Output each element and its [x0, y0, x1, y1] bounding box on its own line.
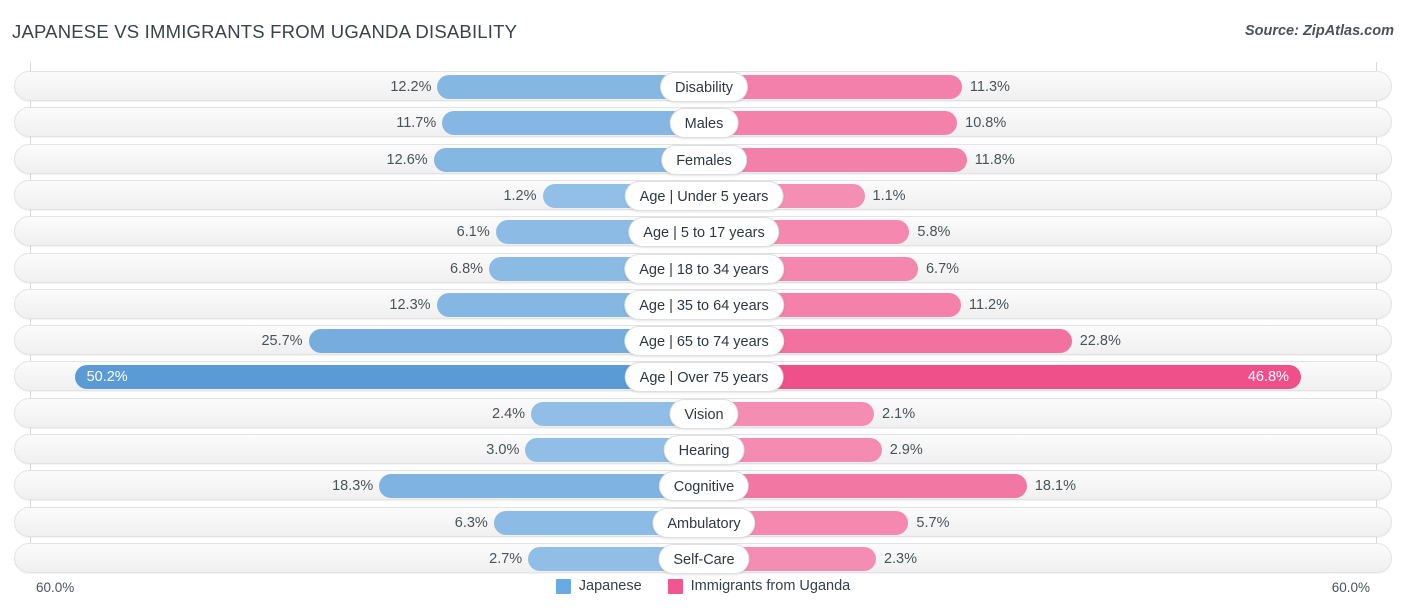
bar-immigrants-from-uganda[interactable]	[704, 111, 958, 136]
legend-swatch-icon	[555, 578, 571, 594]
value-label-immigrants-from-uganda: 5.7%	[916, 514, 950, 531]
legend-label: Japanese	[578, 578, 642, 594]
value-label-japanese: 25.7%	[261, 333, 303, 350]
category-label[interactable]: Self-Care	[658, 543, 750, 574]
value-label-immigrants-from-uganda: 2.9%	[889, 442, 923, 458]
value-label-immigrants-from-uganda: 2.1%	[882, 405, 916, 422]
value-label-japanese: 12.3%	[389, 296, 431, 313]
chart-plot-area: 12.2% 11.3% Disability 11.7% 10.8% Males 12.6%…	[0, 62, 1406, 574]
category-label[interactable]: Males	[669, 108, 739, 139]
table-row[interactable]: 12.2% 11.3% Disability	[14, 71, 1392, 102]
value-label-immigrants-from-uganda: 5.8%	[917, 224, 951, 241]
category-label[interactable]: Age | Under 5 years	[624, 180, 784, 211]
chart-header: JAPANESE VS IMMIGRANTS FROM UGANDA DISAB…	[0, 0, 1406, 62]
value-label-japanese: 2.7%	[489, 550, 523, 567]
category-label[interactable]: Age | 65 to 74 years	[624, 326, 784, 357]
chart-legend: Japanese Immigrants from Uganda	[0, 578, 1406, 594]
value-label-japanese: 6.8%	[449, 260, 484, 277]
table-row[interactable]: 50.2% 46.8% Age | Over 75 years	[14, 361, 1392, 393]
value-label-japanese: 50.2%	[86, 369, 128, 386]
value-label-immigrants-from-uganda: 18.1%	[1034, 478, 1076, 495]
value-label-japanese: 6.1%	[456, 224, 490, 241]
category-label[interactable]: Age | 5 to 17 years	[628, 217, 780, 248]
value-label-immigrants-from-uganda: 22.8%	[1079, 333, 1121, 350]
table-row[interactable]: 12.6% 11.8% Females	[14, 143, 1392, 175]
table-row[interactable]: 3.0% 2.9% Hearing	[14, 434, 1392, 465]
value-label-japanese: 1.2%	[503, 187, 537, 204]
source-attribution: Source: ZipAtlas.com	[1244, 23, 1394, 39]
value-label-japanese: 2.4%	[492, 405, 526, 422]
table-row[interactable]: 2.7% 2.3% Self-Care	[14, 542, 1392, 574]
bar-japanese[interactable]	[74, 365, 704, 390]
category-label[interactable]: Hearing	[663, 435, 745, 465]
value-label-immigrants-from-uganda: 6.7%	[925, 260, 960, 277]
value-label-immigrants-from-uganda: 11.2%	[968, 296, 1009, 313]
value-label-japanese: 12.2%	[390, 79, 432, 95]
category-label[interactable]: Age | Over 75 years	[624, 362, 784, 393]
value-label-japanese: 18.3%	[332, 478, 374, 495]
table-row[interactable]: 6.8% 6.7% Age | 18 to 34 years	[14, 252, 1392, 284]
value-label-immigrants-from-uganda: 46.8%	[1247, 369, 1289, 386]
page-title: JAPANESE VS IMMIGRANTS FROM UGANDA DISAB…	[12, 21, 518, 42]
table-row[interactable]: 12.3% 11.2% Age | 35 to 64 years	[14, 288, 1392, 320]
value-label-japanese: 11.7%	[396, 115, 437, 132]
value-label-japanese: 12.6%	[386, 151, 428, 168]
value-label-immigrants-from-uganda: 1.1%	[872, 187, 906, 204]
category-label[interactable]: Age | 18 to 34 years	[624, 253, 784, 284]
value-label-japanese: 6.3%	[454, 514, 488, 531]
category-label[interactable]: Age | 35 to 64 years	[624, 289, 784, 320]
category-label[interactable]: Disability	[659, 72, 749, 102]
chart-footer: 60.0% 60.0% Japanese Immigrants from Ugan…	[0, 572, 1406, 612]
category-label[interactable]: Females	[661, 144, 747, 175]
table-row[interactable]: 18.3% 18.1% Cognitive	[14, 470, 1392, 502]
table-row[interactable]: 1.2% 1.1% Age | Under 5 years	[14, 179, 1392, 211]
category-label[interactable]: Vision	[669, 398, 739, 429]
value-label-immigrants-from-uganda: 10.8%	[965, 115, 1007, 132]
table-row[interactable]: 2.4% 2.1% Vision	[14, 397, 1392, 429]
bar-immigrants-from-uganda[interactable]	[704, 474, 1027, 499]
table-row[interactable]: 25.7% 22.8% Age | 65 to 74 years	[14, 325, 1392, 357]
bar-japanese[interactable]	[379, 474, 704, 499]
value-label-japanese: 3.0%	[486, 442, 520, 458]
bar-japanese[interactable]	[442, 111, 704, 136]
legend-item[interactable]: Japanese	[555, 578, 642, 594]
value-label-immigrants-from-uganda: 2.3%	[883, 550, 918, 567]
value-label-immigrants-from-uganda: 11.8%	[974, 151, 1015, 168]
table-row[interactable]: 11.7% 10.8% Males	[14, 107, 1392, 139]
category-label[interactable]: Cognitive	[658, 471, 750, 502]
value-label-immigrants-from-uganda: 11.3%	[969, 79, 1010, 95]
legend-item[interactable]: Immigrants from Uganda	[667, 578, 851, 594]
table-row[interactable]: 6.1% 5.8% Age | 5 to 17 years	[14, 216, 1392, 248]
category-label[interactable]: Ambulatory	[652, 507, 756, 538]
legend-swatch-icon	[667, 578, 683, 594]
bar-immigrants-from-uganda[interactable]	[704, 365, 1301, 390]
table-row[interactable]: 6.3% 5.7% Ambulatory	[14, 506, 1392, 538]
legend-label: Immigrants from Uganda	[690, 578, 851, 594]
